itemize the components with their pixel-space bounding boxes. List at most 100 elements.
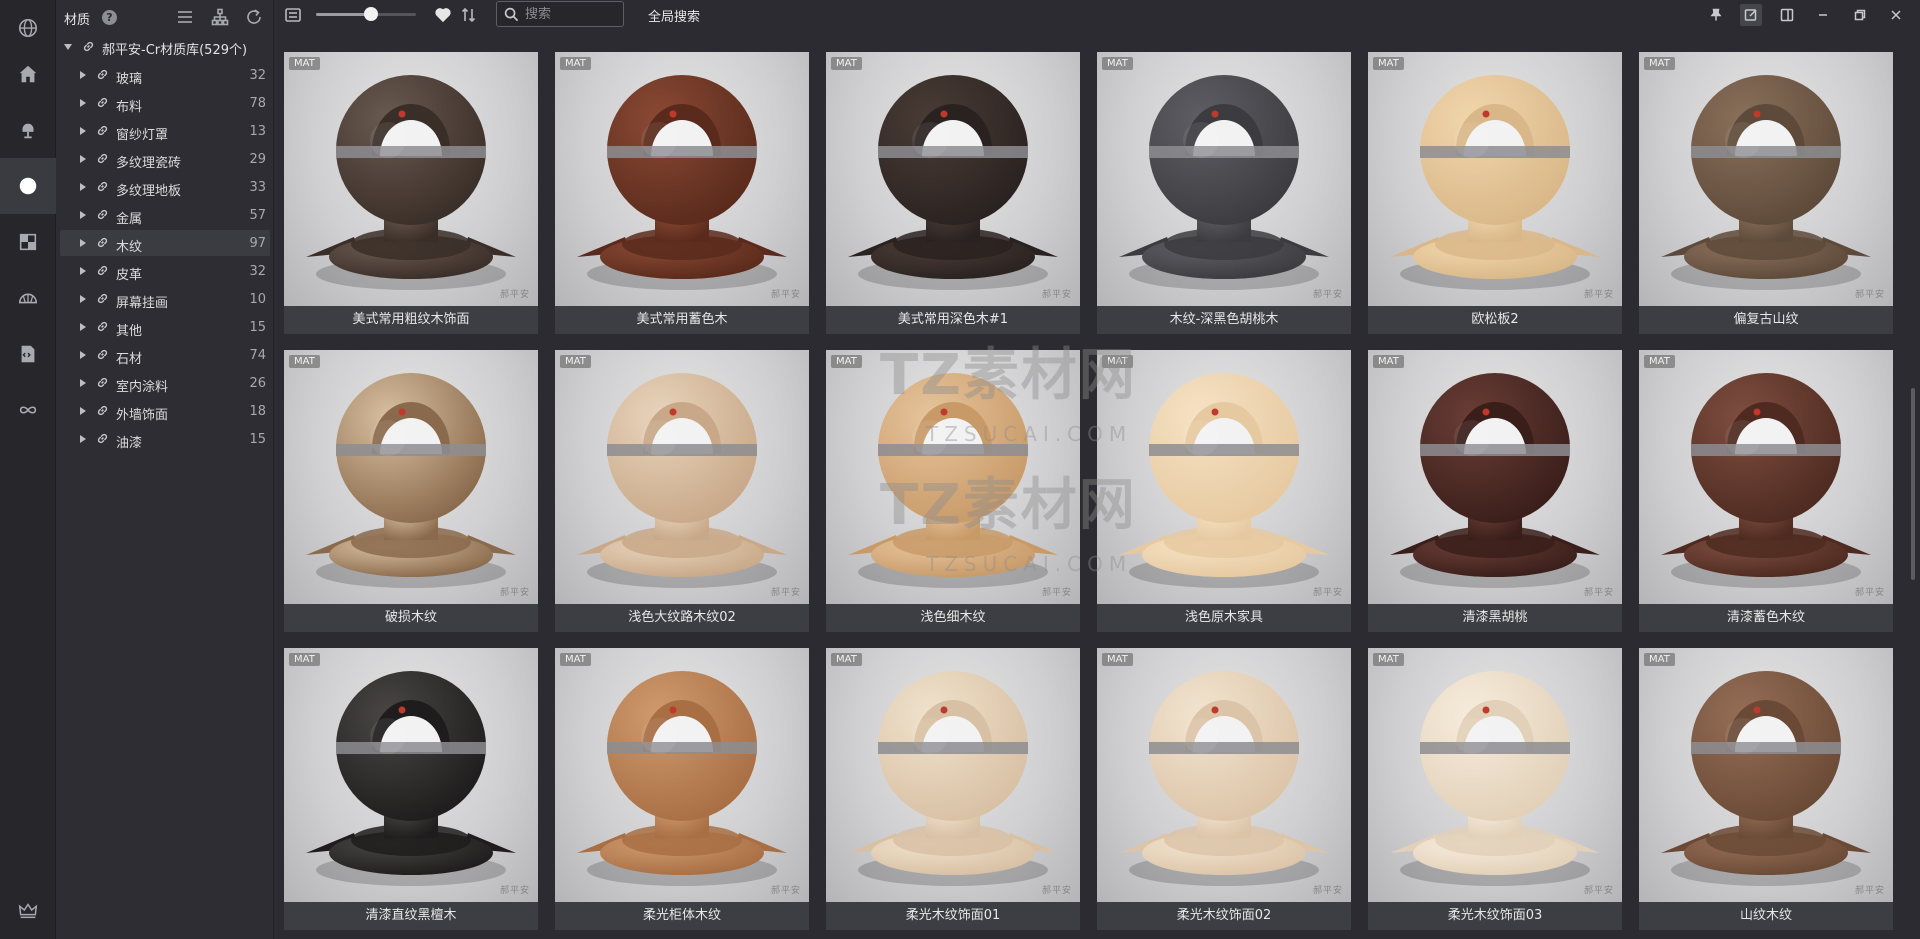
pin-icon[interactable] (1705, 4, 1727, 26)
material-thumbnail[interactable]: MAT 郝平安 (826, 350, 1080, 604)
caret-right-icon[interactable] (80, 267, 86, 275)
material-thumbnail[interactable]: MAT 郝平安 (1639, 648, 1893, 902)
category-item[interactable]: 木纹 97 (60, 230, 270, 256)
material-card[interactable]: MAT 郝平安 美式常用粗纹木饰面 (284, 52, 538, 334)
material-thumbnail[interactable]: MAT 郝平安 (1097, 350, 1351, 604)
caret-right-icon[interactable] (80, 127, 86, 135)
material-preview-sphere (1119, 671, 1329, 886)
category-count: 32 (249, 68, 266, 83)
texture-icon[interactable] (0, 214, 56, 270)
category-item[interactable]: 外墙饰面 18 (60, 398, 270, 424)
material-thumbnail[interactable]: MAT 郝平安 (1368, 648, 1622, 902)
infinity-icon[interactable] (0, 382, 56, 438)
material-card[interactable]: MAT 郝平安 破损木纹 (284, 350, 538, 632)
script-icon[interactable] (0, 326, 56, 382)
material-card[interactable]: MAT 郝平安 浅色细木纹 (826, 350, 1080, 632)
edit-mode-icon[interactable] (1740, 4, 1762, 26)
material-thumbnail[interactable]: MAT 郝平安 (1097, 52, 1351, 306)
close-icon[interactable] (1885, 4, 1907, 26)
favorite-heart-icon[interactable] (434, 6, 452, 24)
caret-right-icon[interactable] (80, 155, 86, 163)
global-search-button[interactable]: 全局搜索 (648, 6, 700, 25)
library-root[interactable]: 郝平安-Cr材质库(529个) (56, 36, 274, 58)
category-item[interactable]: 多纹理地板 33 (60, 174, 270, 200)
material-card[interactable]: MAT 郝平安 清漆黑胡桃 (1368, 350, 1622, 632)
sort-icon[interactable] (460, 6, 478, 24)
category-item[interactable]: 皮革 32 (60, 258, 270, 284)
hierarchy-icon[interactable] (211, 8, 229, 26)
category-item[interactable]: 布料 78 (60, 90, 270, 116)
sphere-icon[interactable] (0, 158, 56, 214)
home-icon[interactable] (0, 46, 56, 102)
material-preview-sphere (1390, 671, 1600, 886)
caret-right-icon[interactable] (80, 435, 86, 443)
search-input[interactable] (525, 5, 619, 23)
category-item[interactable]: 室内涂料 26 (60, 370, 270, 396)
caret-right-icon[interactable] (80, 239, 86, 247)
caret-down-icon[interactable] (64, 44, 72, 50)
material-card[interactable]: MAT 郝平安 柔光木纹饰面01 (826, 648, 1080, 930)
scrollbar-thumb[interactable] (1911, 388, 1915, 580)
caret-right-icon[interactable] (80, 379, 86, 387)
material-thumbnail[interactable]: MAT 郝平安 (826, 648, 1080, 902)
refresh-icon[interactable] (245, 8, 263, 26)
minimize-icon[interactable] (1812, 4, 1834, 26)
category-count: 33 (249, 180, 266, 195)
material-card[interactable]: MAT 郝平安 柔光木纹饰面02 (1097, 648, 1351, 930)
dome-icon[interactable] (0, 270, 56, 326)
category-item[interactable]: 多纹理瓷砖 29 (60, 146, 270, 172)
caret-right-icon[interactable] (80, 323, 86, 331)
lamp-icon[interactable] (0, 102, 56, 158)
caret-right-icon[interactable] (80, 351, 86, 359)
caret-right-icon[interactable] (80, 99, 86, 107)
material-thumbnail[interactable]: MAT 郝平安 (826, 52, 1080, 306)
material-thumbnail[interactable]: MAT 郝平安 (284, 350, 538, 604)
category-item[interactable]: 油漆 15 (60, 426, 270, 452)
material-thumbnail[interactable]: MAT 郝平安 (555, 648, 809, 902)
split-panel-icon[interactable] (1776, 4, 1798, 26)
material-thumbnail[interactable]: MAT 郝平安 (555, 350, 809, 604)
material-card[interactable]: MAT 郝平安 美式常用深色木#1 (826, 52, 1080, 334)
material-card[interactable]: MAT 郝平安 美式常用蓄色木 (555, 52, 809, 334)
material-card[interactable]: MAT 郝平安 清漆直纹黑檀木 (284, 648, 538, 930)
caret-right-icon[interactable] (80, 71, 86, 79)
material-thumbnail[interactable]: MAT 郝平安 (284, 648, 538, 902)
material-card[interactable]: MAT 郝平安 柔光柜体木纹 (555, 648, 809, 930)
card-watermark: 郝平安 (770, 588, 801, 598)
link-icon (96, 208, 109, 221)
category-item[interactable]: 石材 74 (60, 342, 270, 368)
material-thumbnail[interactable]: MAT 郝平安 (1368, 52, 1622, 306)
material-thumbnail[interactable]: MAT 郝平安 (284, 52, 538, 306)
search-box[interactable] (496, 1, 624, 27)
link-icon (96, 376, 109, 389)
crown-icon[interactable] (0, 882, 56, 938)
caret-right-icon[interactable] (80, 183, 86, 191)
material-card[interactable]: MAT 郝平安 浅色大纹路木纹02 (555, 350, 809, 632)
thumbnail-size-icon[interactable] (284, 6, 302, 24)
material-card[interactable]: MAT 郝平安 柔光木纹饰面03 (1368, 648, 1622, 930)
category-item[interactable]: 玻璃 32 (60, 62, 270, 88)
material-thumbnail[interactable]: MAT 郝平安 (1639, 350, 1893, 604)
caret-right-icon[interactable] (80, 211, 86, 219)
material-card[interactable]: MAT 郝平安 欧松板2 (1368, 52, 1622, 334)
material-card[interactable]: MAT 郝平安 浅色原木家具 (1097, 350, 1351, 632)
material-card[interactable]: MAT 郝平安 偏复古山纹 (1639, 52, 1893, 334)
caret-right-icon[interactable] (80, 295, 86, 303)
caret-right-icon[interactable] (80, 407, 86, 415)
list-view-icon[interactable] (176, 8, 194, 26)
material-card[interactable]: MAT 郝平安 山纹木纹 (1639, 648, 1893, 930)
category-item[interactable]: 金属 57 (60, 202, 270, 228)
restore-icon[interactable] (1849, 4, 1871, 26)
material-card[interactable]: MAT 郝平安 木纹-深黑色胡桃木 (1097, 52, 1351, 334)
zoom-slider-handle[interactable] (364, 7, 378, 21)
category-item[interactable]: 窗纱灯罩 13 (60, 118, 270, 144)
material-thumbnail[interactable]: MAT 郝平安 (555, 52, 809, 306)
mat-badge: MAT (831, 653, 862, 666)
help-icon[interactable]: ? (102, 10, 117, 25)
material-thumbnail[interactable]: MAT 郝平安 (1639, 52, 1893, 306)
category-item[interactable]: 其他 15 (60, 314, 270, 340)
material-thumbnail[interactable]: MAT 郝平安 (1097, 648, 1351, 902)
material-card[interactable]: MAT 郝平安 清漆蓄色木纹 (1639, 350, 1893, 632)
category-item[interactable]: 屏幕挂画 10 (60, 286, 270, 312)
material-thumbnail[interactable]: MAT 郝平安 (1368, 350, 1622, 604)
